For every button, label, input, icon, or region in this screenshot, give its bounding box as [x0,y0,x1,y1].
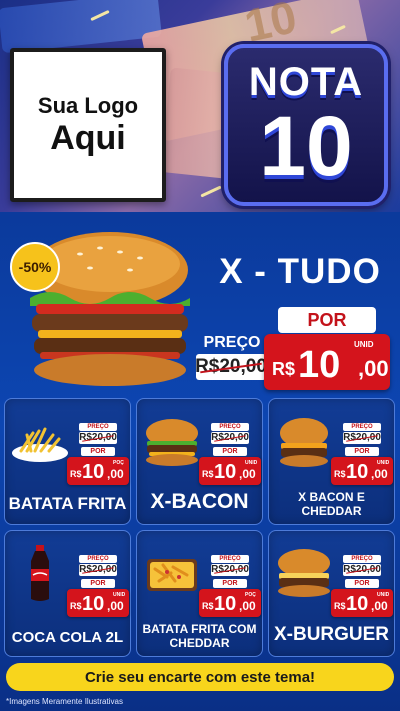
cta-button[interactable]: Crie seu encarte com este tema! [6,663,394,691]
price-cents: ,00 [107,467,124,481]
por-label: POR [213,579,247,588]
currency: R$ [70,601,82,611]
currency: R$ [202,469,214,479]
product-card-batata-cheddar[interactable]: PREÇO R$20,00 POR R$ 10 POÇ ,00 BATATA F… [136,530,263,657]
price-tag: R$ 10 UNID ,00 [67,589,129,617]
product-name: X BACON E CHEDDAR [298,490,365,518]
flyer-page: 10 Sua Logo Aqui NOTA 10 -50% X - TUDO P… [0,0,400,711]
currency: R$ [70,469,82,479]
discount-badge: -50% [10,242,60,292]
unit-label: UNID [377,592,390,598]
burger-icon [280,418,328,467]
badge-title: NOTA [248,60,364,104]
price-int: 10 [214,461,237,483]
por-label: POR [81,447,115,456]
confetti-streak [200,185,222,198]
logo-line-2: Aqui [50,119,126,157]
currency: R$ [334,469,346,479]
currency: R$ [334,601,346,611]
price-cents: ,00 [371,599,388,613]
logo-placeholder[interactable]: Sua Logo Aqui [10,48,166,202]
product-card-x-burguer[interactable]: PREÇO R$20,00 POR R$ 10 UNID ,00 X-BURGU… [268,530,395,657]
preco-label: PREÇO [211,555,249,563]
price-cents: ,00 [107,599,124,613]
preco-label: PREÇO [343,555,381,563]
badge-number: 10 [259,99,353,193]
burger-icon [146,419,198,466]
hero-title: X - TUDO [219,252,381,291]
unit-label: POÇ [245,592,256,598]
por-label: POR [278,307,376,333]
price-int: 10 [82,461,105,483]
product-name: BATATA FRITA [8,494,127,513]
product-card-batata-frita[interactable]: PREÇO R$20,00 POR R$ 10 POÇ ,00 BATATA F… [4,398,131,525]
por-label: POR [345,447,379,456]
price-int: 10 [346,593,369,615]
product-name: BATATA FRITA COM CHEDDAR [142,622,257,650]
unit-label: UNID [113,592,126,598]
price-tag: R$ 10 UNID ,00 [264,334,390,390]
price-cents: ,00 [239,467,256,481]
soda-bottle-icon [31,545,49,601]
logo-line-1: Sua Logo [37,93,139,118]
preco-label: PREÇO [79,423,117,431]
old-price: R$20,00 [343,432,381,444]
old-price: R$20,00 [211,432,249,444]
cheese-fries-icon [147,559,197,591]
unit-label: UNID [245,460,258,466]
fries-icon [12,427,68,462]
product-name: X-BACON [150,490,249,513]
price-cents: ,00 [358,356,389,381]
product-card-x-bacon[interactable]: PREÇO R$20,00 POR R$ 10 UNID ,00 X-BACON [136,398,263,525]
product-card-x-bacon-cheddar[interactable]: PREÇO R$20,00 POR R$ 10 UNID ,00 X BACON… [268,398,395,525]
product-name: X-BURGUER [273,624,390,645]
old-price: R$20,00 [211,564,249,576]
preco-label: PREÇO [343,423,381,431]
price-tag: R$ 10 POÇ ,00 [199,589,261,617]
old-price: R$20,00 [79,564,117,576]
product-card-coca-cola[interactable]: PREÇO R$20,00 POR R$ 10 UNID ,00 COCA CO… [4,530,131,657]
hero-offer: -50% X - TUDO POR PREÇO R$20,00 R$ 10 UN… [0,212,400,396]
price-int: 10 [346,461,369,483]
por-label: POR [213,447,247,456]
old-price: R$20,00 [79,432,117,444]
price-tag: R$ 10 POÇ ,00 [67,457,129,485]
top-banner: 10 Sua Logo Aqui NOTA 10 [0,0,400,212]
currency: R$ [272,359,296,379]
preco-label: PREÇO [79,555,117,563]
price-tag: R$ 10 UNID ,00 [331,589,393,617]
price-tag: R$ 10 UNID ,00 [199,457,261,485]
banknote-image [0,0,162,54]
por-label: POR [81,579,115,588]
price-cents: ,00 [371,467,388,481]
unit-label: UNID [377,460,390,466]
product-name: COCA COLA 2L [11,629,124,646]
price-int: 10 [82,593,105,615]
unit-label: POÇ [113,460,124,466]
disclaimer: *Imagens Meramente Ilustrativas [6,697,123,706]
price-cents: ,00 [239,599,256,613]
price-tag: R$ 10 UNID ,00 [331,457,393,485]
burger-icon [278,549,330,597]
old-price: R$20,00 [343,564,381,576]
old-price: R$20,00 [195,354,267,380]
price-int: 10 [298,344,341,386]
preco-label: PREÇO [203,334,261,351]
unit-label: UNID [354,340,374,349]
price-int: 10 [214,593,237,615]
currency: R$ [202,601,214,611]
preco-label: PREÇO [211,423,249,431]
nota-10-badge: NOTA 10 [224,44,388,206]
por-label: POR [345,579,379,588]
